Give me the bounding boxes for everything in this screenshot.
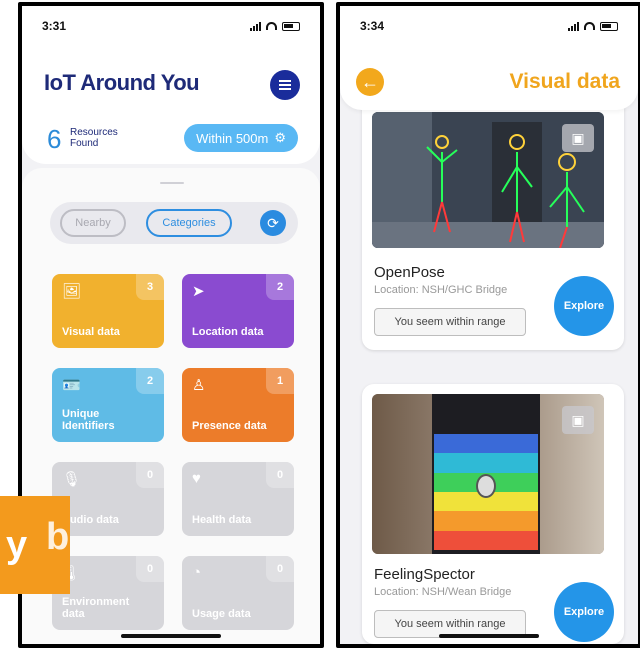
category-label: Visual data [62,326,120,338]
home-indicator [121,634,221,638]
category-label: Health data [192,514,252,526]
category-label: Unique Identifiers [62,408,115,432]
resource-card-feelingspector[interactable]: ▣ FeelingSpector Location: NSH/Wean Brid… [362,384,624,644]
resource-card-openpose[interactable]: ▣ OpenPose Location: NSH/GHC Bridge You … [362,94,624,350]
tab-categories[interactable]: Categories [146,209,232,237]
resources-label: Resources Found [70,127,118,149]
refresh-icon: ⟳ [267,214,279,231]
gear-icon: ⚙ [274,130,286,145]
signal-icon [250,21,261,31]
category-label: Presence data [192,420,267,432]
tab-nearby[interactable]: Nearby [60,209,126,237]
category-count: 0 [136,556,164,582]
person-presence-icon: ♙ [192,377,206,394]
explore-button[interactable]: Explore [554,582,614,642]
signal-icon [568,21,579,31]
microphone-icon: 🎙 [62,471,82,488]
overlay-ghost-text: b [46,516,70,558]
status-icons [568,21,618,31]
category-label: Environment data [62,596,130,620]
orange-overlay-mark: y b [0,496,70,594]
view-toggle: Nearby Categories ⟳ [50,202,298,244]
back-button[interactable]: ← [356,68,384,96]
sheet-grabber[interactable] [160,182,184,184]
screenshot-stage: 3:31 IoT Around You 6 Resources Found Wi… [0,0,640,650]
resources-count: 6 [47,124,62,154]
status-bar: 3:34 [340,6,638,46]
phone-visual-data: 3:34 ← Visual data ▣ OpenPose Location: … [336,2,640,648]
category-count: 2 [266,274,294,300]
feelingspector-photo: ▣ [372,394,604,554]
category-presence-data[interactable]: ♙ 1 Presence data [182,368,294,442]
image-gallery-icon: ▣ [562,124,594,152]
home-indicator [439,634,539,638]
pie-chart-icon: ◔ [192,564,202,581]
status-time: 3:34 [360,19,385,33]
category-unique-identifiers[interactable]: 🪪 2 Unique Identifiers [52,368,164,442]
category-count: 0 [266,462,294,488]
heart-pulse-icon: ♥ [192,470,201,487]
resource-name: FeelingSpector [374,566,475,583]
id-card-icon: 🪪 [62,377,81,394]
page-title: Visual data [509,70,621,93]
image-icon: 🖼 [62,283,82,300]
category-count: 0 [136,462,164,488]
category-location-data[interactable]: ➤ 2 Location data [182,274,294,348]
openpose-photo: ▣ [372,112,604,248]
battery-icon [600,21,618,31]
resource-name: OpenPose [374,264,445,281]
category-count: 3 [136,274,164,300]
category-label: Location data [192,326,264,338]
range-label: Within 500m [196,130,269,146]
resource-location: Location: NSH/GHC Bridge [374,284,508,296]
status-bar: 3:31 [22,6,320,46]
category-health-data[interactable]: ♥ 0 Health data [182,462,294,536]
arrow-left-icon: ← [361,71,379,92]
wifi-icon [584,22,595,30]
resource-location: Location: NSH/Wean Bridge [374,586,512,598]
menu-icon [279,80,291,82]
explore-button[interactable]: Explore [554,276,614,336]
wifi-icon [266,22,277,30]
app-title: IoT Around You [44,70,200,95]
header-panel: 3:34 ← Visual data [340,6,638,110]
category-label: Usage data [192,608,251,620]
category-count: 2 [136,368,164,394]
category-label: Audio data [62,514,119,526]
battery-icon [282,21,300,31]
category-visual-data[interactable]: 🖼 3 Visual data [52,274,164,348]
header-panel: 3:31 IoT Around You 6 Resources Found Wi… [22,6,320,164]
overlay-text: y [6,523,28,566]
range-status: You seem within range [374,308,526,336]
category-count: 1 [266,368,294,394]
location-arrow-icon: ➤ [192,283,205,300]
category-usage-data[interactable]: ◔ 0 Usage data [182,556,294,630]
refresh-button[interactable]: ⟳ [260,210,286,236]
status-time: 3:31 [42,19,67,33]
image-gallery-icon: ▣ [562,406,594,434]
range-filter-button[interactable]: Within 500m ⚙ [184,124,298,152]
menu-button[interactable] [270,70,300,100]
face-icon [476,474,496,498]
category-count: 0 [266,556,294,582]
status-icons [250,21,300,31]
